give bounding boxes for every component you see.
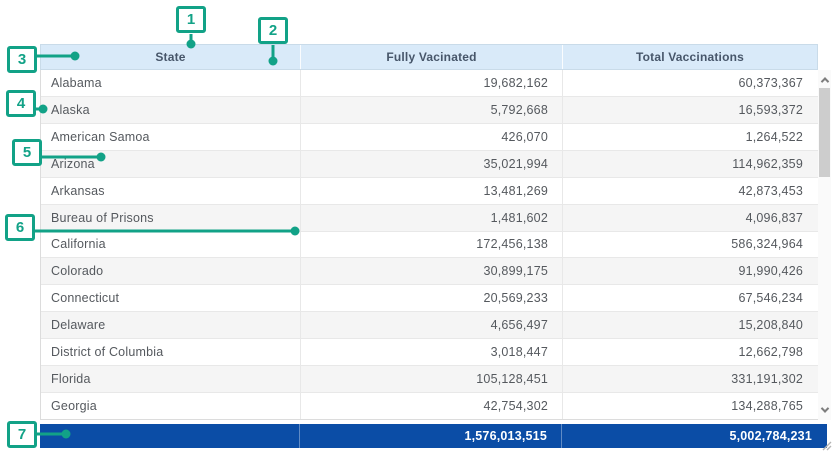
cell-total-vaccinations: 134,288,765: [562, 393, 818, 419]
vertical-scrollbar[interactable]: [818, 70, 831, 420]
cell-total-vaccinations: 4,096,837: [562, 205, 818, 231]
resize-grip-icon: [822, 441, 832, 451]
table-row-district-of-columbia[interactable]: District of Columbia3,018,44712,662,798: [41, 339, 818, 366]
cell-state: Colorado: [41, 258, 300, 284]
dashboard-table-screenshot: State Fully Vacinated Total Vaccinations…: [0, 0, 833, 453]
table-row-connecticut[interactable]: Connecticut20,569,23367,546,234: [41, 285, 818, 312]
chevron-up-icon: [820, 77, 828, 85]
total-cell-state: [40, 424, 299, 448]
table-header: State Fully Vacinated Total Vaccinations: [40, 44, 818, 70]
cell-fully-vaccinated: 19,682,162: [300, 70, 562, 96]
cell-fully-vaccinated: 30,899,175: [300, 258, 562, 284]
column-header-fully-vaccinated[interactable]: Fully Vacinated: [300, 45, 562, 69]
cell-total-vaccinations: 586,324,964: [562, 232, 818, 258]
cell-total-vaccinations: 60,373,367: [562, 70, 818, 96]
cell-fully-vaccinated: 1,481,602: [300, 205, 562, 231]
cell-fully-vaccinated: 42,754,302: [300, 393, 562, 419]
cell-state: Delaware: [41, 312, 300, 338]
cell-state: American Samoa: [41, 124, 300, 150]
cell-state: District of Columbia: [41, 339, 300, 365]
cell-fully-vaccinated: 3,018,447: [300, 339, 562, 365]
scroll-up-button[interactable]: [818, 72, 831, 88]
scrollbar-thumb[interactable]: [819, 88, 830, 177]
callout-box-6: 6: [5, 214, 35, 241]
cell-total-vaccinations: 16,593,372: [562, 97, 818, 123]
cell-fully-vaccinated: 20,569,233: [300, 285, 562, 311]
cell-total-vaccinations: 67,546,234: [562, 285, 818, 311]
cell-state: Alabama: [41, 70, 300, 96]
cell-state: Connecticut: [41, 285, 300, 311]
scroll-down-button[interactable]: [818, 402, 831, 418]
table-row-bureau-of-prisons[interactable]: Bureau of Prisons1,481,6024,096,837: [41, 205, 818, 232]
callout-box-7: 7: [7, 421, 37, 448]
column-header-state[interactable]: State: [41, 45, 300, 69]
cell-state: Alaska: [41, 97, 300, 123]
table-total-row: 1,576,013,515 5,002,784,231: [40, 424, 827, 448]
total-cell-total-vaccinations: 5,002,784,231: [561, 424, 827, 448]
cell-fully-vaccinated: 426,070: [300, 124, 562, 150]
callout-box-2: 2: [258, 17, 288, 44]
cell-fully-vaccinated: 5,792,668: [300, 97, 562, 123]
table-body: Alabama19,682,16260,373,367Alaska5,792,6…: [40, 70, 818, 420]
cell-fully-vaccinated: 172,456,138: [300, 232, 562, 258]
table-row-alaska[interactable]: Alaska5,792,66816,593,372: [41, 97, 818, 124]
table-row-arizona[interactable]: Arizona35,021,994114,962,359: [41, 151, 818, 178]
cell-state: Arkansas: [41, 178, 300, 204]
callout-box-3: 3: [7, 46, 37, 73]
cell-fully-vaccinated: 4,656,497: [300, 312, 562, 338]
cell-total-vaccinations: 12,662,798: [562, 339, 818, 365]
cell-state: Bureau of Prisons: [41, 205, 300, 231]
table-row-california[interactable]: California172,456,138586,324,964: [41, 232, 818, 259]
callout-box-5: 5: [12, 139, 42, 166]
cell-state: Georgia: [41, 393, 300, 419]
cell-state: Arizona: [41, 151, 300, 177]
callout-box-1: 1: [176, 6, 206, 33]
table-row-american-samoa[interactable]: American Samoa426,0701,264,522: [41, 124, 818, 151]
cell-total-vaccinations: 1,264,522: [562, 124, 818, 150]
column-header-total-vaccinations[interactable]: Total Vaccinations: [562, 45, 817, 69]
cell-total-vaccinations: 15,208,840: [562, 312, 818, 338]
cell-fully-vaccinated: 13,481,269: [300, 178, 562, 204]
cell-state: California: [41, 232, 300, 258]
cell-total-vaccinations: 114,962,359: [562, 151, 818, 177]
cell-fully-vaccinated: 35,021,994: [300, 151, 562, 177]
cell-total-vaccinations: 91,990,426: [562, 258, 818, 284]
cell-total-vaccinations: 42,873,453: [562, 178, 818, 204]
chevron-down-icon: [820, 404, 828, 412]
table-row-florida[interactable]: Florida105,128,451331,191,302: [41, 366, 818, 393]
table-row-colorado[interactable]: Colorado30,899,17591,990,426: [41, 258, 818, 285]
table-row-alabama[interactable]: Alabama19,682,16260,373,367: [41, 70, 818, 97]
callout-box-4: 4: [6, 90, 36, 117]
table-row-delaware[interactable]: Delaware4,656,49715,208,840: [41, 312, 818, 339]
table-row-georgia[interactable]: Georgia42,754,302134,288,765: [41, 393, 818, 419]
table-row-arkansas[interactable]: Arkansas13,481,26942,873,453: [41, 178, 818, 205]
cell-fully-vaccinated: 105,128,451: [300, 366, 562, 392]
total-cell-fully-vaccinated: 1,576,013,515: [299, 424, 561, 448]
cell-state: Florida: [41, 366, 300, 392]
cell-total-vaccinations: 331,191,302: [562, 366, 818, 392]
